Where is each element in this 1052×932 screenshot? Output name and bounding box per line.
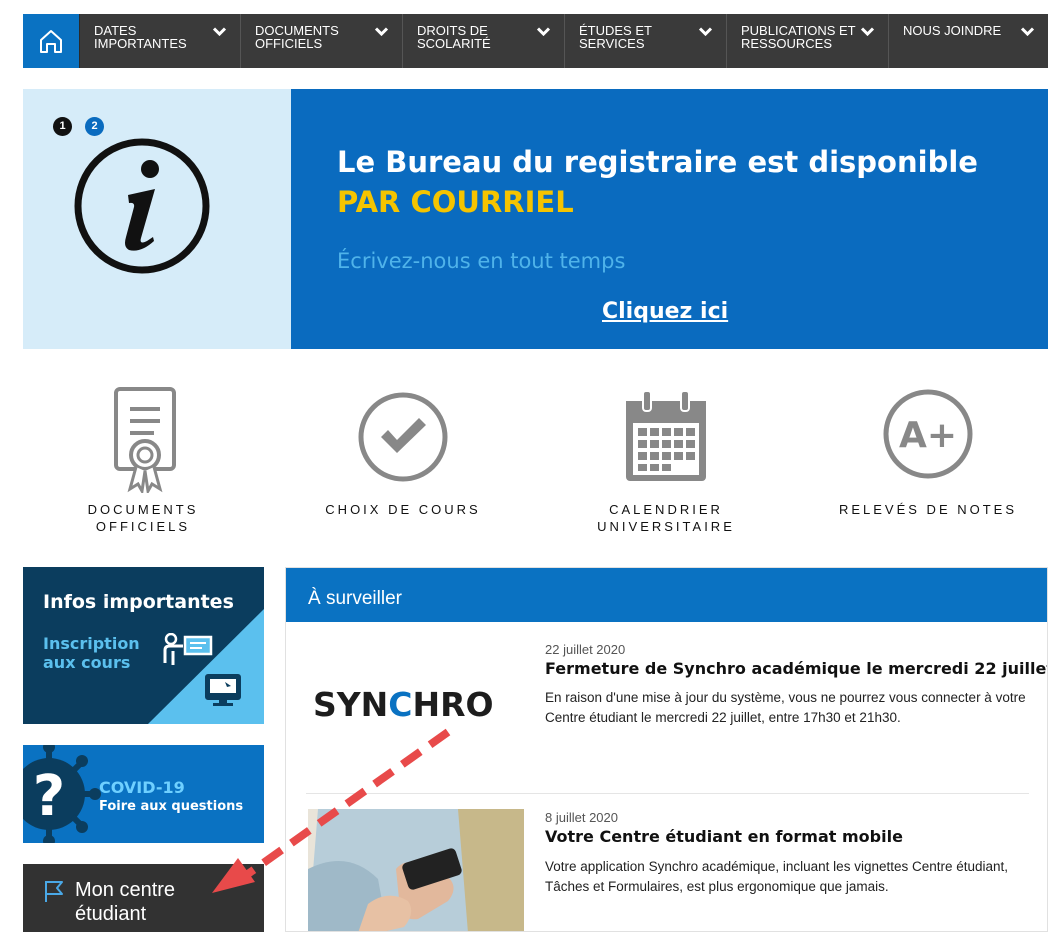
checkmark-icon <box>358 392 448 482</box>
hero-title: Le Bureau du registraire est disponible <box>337 145 978 179</box>
grade-a-plus-icon: A+ <box>883 389 973 479</box>
hero-text-panel: Le Bureau du registraire est disponible … <box>291 89 1048 349</box>
nav-item-label: ÉTUDES ET SERVICES <box>579 23 652 51</box>
nav-item-documents[interactable]: DOCUMENTS OFFICIELS <box>241 14 403 68</box>
nav-item-label: PUBLICATIONS ET RESSOURCES <box>741 23 856 51</box>
hero-banner: 1 2 Le Bureau du registraire est disponi… <box>23 89 1048 349</box>
news-title[interactable]: Fermeture de Synchro académique le mercr… <box>545 659 1047 678</box>
nav-item-label: DOCUMENTS OFFICIELS <box>255 23 339 51</box>
mon-centre-etudiant-button[interactable]: Mon centre étudiant <box>23 864 264 932</box>
promo-title: COVID-19 <box>99 778 185 797</box>
promo-covid-19[interactable]: ? COVID-19 Foire aux questions <box>23 745 264 843</box>
certificate-icon <box>114 387 176 493</box>
hero-cta-link[interactable]: Cliquez ici <box>602 299 728 324</box>
home-icon <box>40 30 62 53</box>
nav-item-nous-joindre[interactable]: NOUS JOINDRE <box>889 14 1048 68</box>
chevron-down-icon <box>537 27 550 36</box>
news-date: 8 juillet 2020 <box>545 810 618 825</box>
news-heading: À surveiller <box>286 568 1047 622</box>
calendar-icon <box>626 390 706 481</box>
nav-item-label: DATES IMPORTANTES <box>94 23 187 51</box>
quick-link-releves[interactable]: A+ RELEVÉS DE NOTES <box>828 385 1028 518</box>
news-divider <box>306 793 1029 794</box>
svg-text:?: ? <box>33 764 65 829</box>
chevron-down-icon <box>213 27 226 36</box>
quick-link-label: CALENDRIER UNIVERSITAIRE <box>597 502 735 534</box>
chevron-down-icon <box>861 27 874 36</box>
nav-item-label: NOUS JOINDRE <box>903 23 1002 38</box>
news-text: Votre application Synchro académique, in… <box>545 859 1009 894</box>
synchro-logo: SYNCHRO <box>313 685 494 724</box>
news-text: En raison d'une mise à jour du système, … <box>545 690 1026 725</box>
quick-link-label: CHOIX DE COURS <box>325 502 481 517</box>
news-panel: À surveiller SYNCHRO 22 juillet 2020 Fer… <box>285 567 1048 932</box>
promo-subtitle: Inscription aux cours <box>43 634 140 672</box>
info-icon <box>74 138 210 274</box>
quick-link-label: RELEVÉS DE NOTES <box>838 502 1018 517</box>
nav-item-dates[interactable]: DATES IMPORTANTES <box>80 14 241 68</box>
phone-photo <box>308 809 524 931</box>
nav-home-button[interactable] <box>23 14 80 68</box>
quick-link-documents[interactable]: DOCUMENTS OFFICIELS <box>43 385 243 535</box>
quick-link-label: DOCUMENTS OFFICIELS <box>87 502 199 534</box>
hero-image-panel: 1 2 <box>23 89 291 349</box>
promo-infos-importantes[interactable]: Infos importantes Inscription aux cours <box>23 567 264 724</box>
chevron-down-icon <box>699 27 712 36</box>
news-title[interactable]: Votre Centre étudiant en format mobile <box>545 827 903 846</box>
quick-link-calendrier[interactable]: CALENDRIER UNIVERSITAIRE <box>566 385 766 535</box>
svg-text:A+: A+ <box>899 415 957 456</box>
hero-text: Écrivez-nous en tout temps <box>337 249 626 273</box>
hero-subtitle: PAR COURRIEL <box>337 185 574 219</box>
nav-item-etudes[interactable]: ÉTUDES ET SERVICES <box>565 14 727 68</box>
chevron-down-icon <box>1021 27 1034 36</box>
flag-icon <box>45 881 63 902</box>
slide-dot-1[interactable]: 1 <box>53 117 72 136</box>
promo-title: Infos importantes <box>43 591 234 613</box>
nav-item-droits[interactable]: DROITS DE SCOLARITÉ <box>403 14 565 68</box>
chevron-down-icon <box>375 27 388 36</box>
nav-item-publications[interactable]: PUBLICATIONS ET RESSOURCES <box>727 14 889 68</box>
monitor-icon <box>205 674 241 706</box>
main-nav: DATES IMPORTANTES DOCUMENTS OFFICIELS DR… <box>23 14 1048 68</box>
virus-icon: ? <box>23 745 101 843</box>
nav-item-label: DROITS DE SCOLARITÉ <box>417 23 491 51</box>
mon-centre-label: Mon centre étudiant <box>75 879 176 925</box>
news-date: 22 juillet 2020 <box>545 642 626 657</box>
presentation-icon <box>163 633 213 665</box>
quick-link-choix-cours[interactable]: CHOIX DE COURS <box>303 385 503 518</box>
promo-subtitle: Foire aux questions <box>99 799 244 814</box>
